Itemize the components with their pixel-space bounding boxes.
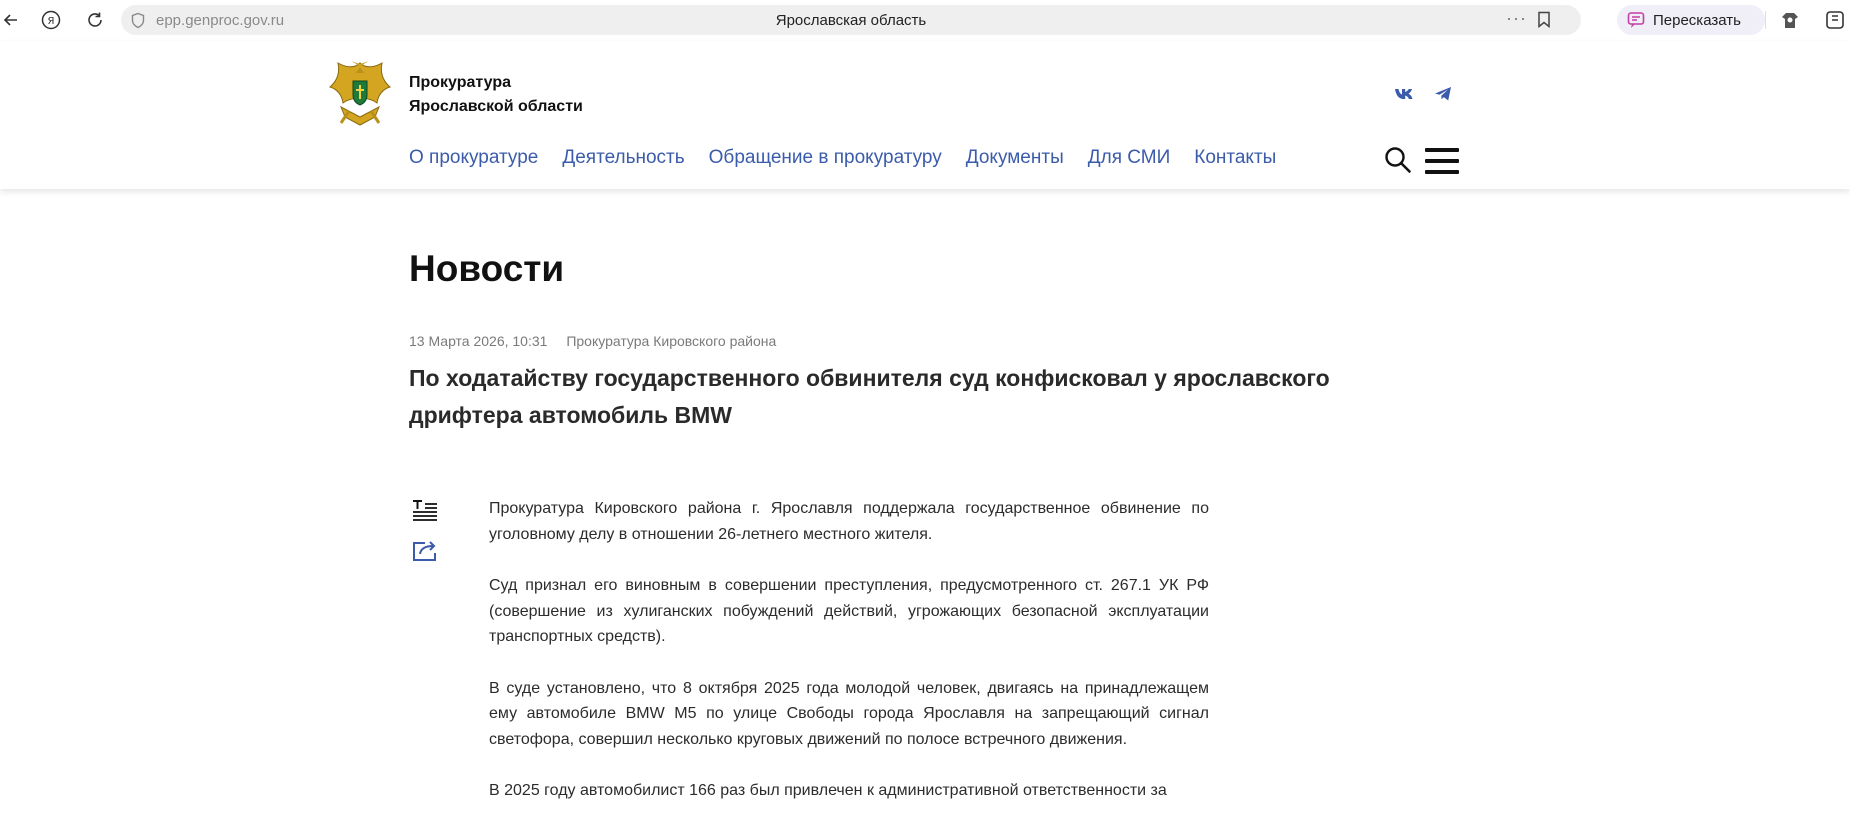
extension-icon[interactable] (1779, 9, 1801, 31)
nav-media[interactable]: Для СМИ (1088, 147, 1171, 169)
nav-contacts[interactable]: Контакты (1194, 147, 1276, 169)
panel-icon[interactable] (1825, 9, 1847, 31)
browser-toolbar: Я epp.genproc.gov.ru Ярославская область… (0, 0, 1850, 42)
article-paragraph: Прокуратура Кировского района г. Ярослав… (489, 500, 1209, 543)
article-paragraph: Суд признал его виновным в совершении пр… (489, 577, 1209, 645)
svg-text:Я: Я (48, 16, 55, 27)
address-bar[interactable]: epp.genproc.gov.ru Ярославская область ·… (121, 5, 1581, 35)
nav-documents[interactable]: Документы (966, 147, 1064, 169)
org-name-line1: Прокуратура (409, 74, 512, 91)
nav-appeal[interactable]: Обращение в прокуратуру (709, 147, 942, 169)
news-meta: 13 Марта 2026, 10:31 Прокуратура Кировск… (409, 333, 776, 349)
article-paragraph: В суде установлено, что 8 октября 2025 г… (489, 679, 1209, 748)
retell-icon (1627, 11, 1645, 29)
text-version-icon[interactable] (409, 496, 441, 526)
retell-label: Пересказать (1653, 11, 1741, 29)
telegram-icon[interactable] (1432, 83, 1454, 105)
page-title: Новости (409, 248, 565, 289)
prosecutor-emblem-logo[interactable] (327, 57, 393, 129)
article-body: Прокуратура Кировского района г. Ярослав… (489, 496, 1209, 830)
browser-page-title: Ярославская область (775, 12, 927, 29)
org-name-line2: Ярославской области (409, 98, 583, 115)
share-icon[interactable] (409, 536, 441, 566)
news-source[interactable]: Прокуратура Кировского района (566, 333, 776, 349)
site-header: Прокуратура Ярославской области О прокур… (0, 41, 1850, 189)
news-headline: По ходатайству государственного обвините… (409, 365, 1330, 428)
reload-icon[interactable] (84, 9, 106, 31)
toolbar-divider (1765, 11, 1766, 29)
hamburger-menu-icon[interactable] (1425, 146, 1459, 176)
news-date: 13 Марта 2026, 10:31 (409, 333, 548, 349)
nav-about[interactable]: О прокуратуре (409, 147, 538, 169)
organization-name[interactable]: Прокуратура Ярославской области (409, 71, 583, 119)
yandex-icon[interactable]: Я (40, 9, 62, 31)
more-dots-icon[interactable]: ··· (1506, 8, 1527, 29)
back-icon[interactable] (0, 9, 22, 31)
retell-button[interactable]: Пересказать (1617, 5, 1765, 35)
nav-activity[interactable]: Деятельность (562, 147, 684, 169)
main-navigation: О прокуратуре Деятельность Обращение в п… (409, 147, 1276, 169)
bookmark-icon[interactable] (1537, 11, 1551, 33)
vk-icon[interactable] (1393, 83, 1415, 105)
search-icon[interactable] (1383, 145, 1413, 175)
